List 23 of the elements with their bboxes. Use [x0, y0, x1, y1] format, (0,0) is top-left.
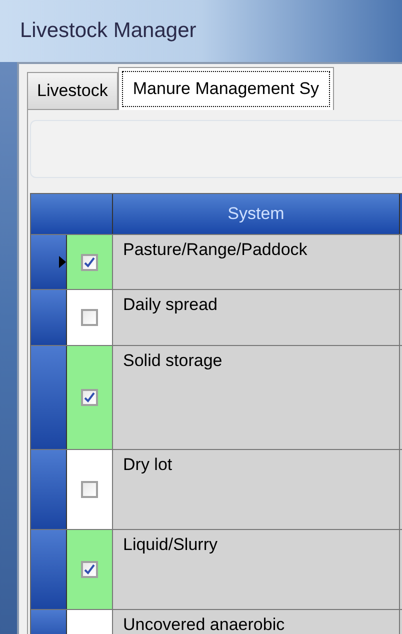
- table-cell: Pasture/Range/Paddock: [123, 240, 308, 259]
- checkbox[interactable]: [81, 481, 98, 498]
- row-header[interactable]: [31, 290, 67, 345]
- checkbox[interactable]: [81, 389, 98, 406]
- checkbox[interactable]: [81, 561, 98, 578]
- row-header[interactable]: [31, 530, 67, 609]
- row-header[interactable]: [31, 450, 67, 529]
- table-cell: Solid storage: [123, 351, 222, 370]
- row-header[interactable]: [31, 346, 67, 449]
- tab[interactable]: Manure Management Sy: [118, 67, 334, 110]
- table-cell: Liquid/Slurry: [123, 535, 218, 554]
- window-title: Livestock Manager: [20, 18, 196, 44]
- checkmark-icon: [84, 564, 95, 575]
- tab[interactable]: Livestock: [27, 72, 118, 110]
- column-header[interactable]: System: [113, 194, 400, 234]
- checkbox[interactable]: [81, 309, 98, 326]
- checkmark-icon: [84, 392, 95, 403]
- table-cell: Dry lot: [123, 455, 172, 474]
- row-header[interactable]: [31, 235, 67, 289]
- checkmark-icon: [84, 256, 95, 268]
- checkbox[interactable]: [81, 254, 98, 270]
- table-cell: Daily spread: [123, 295, 218, 314]
- table-cell: Uncovered anaerobic: [123, 615, 285, 634]
